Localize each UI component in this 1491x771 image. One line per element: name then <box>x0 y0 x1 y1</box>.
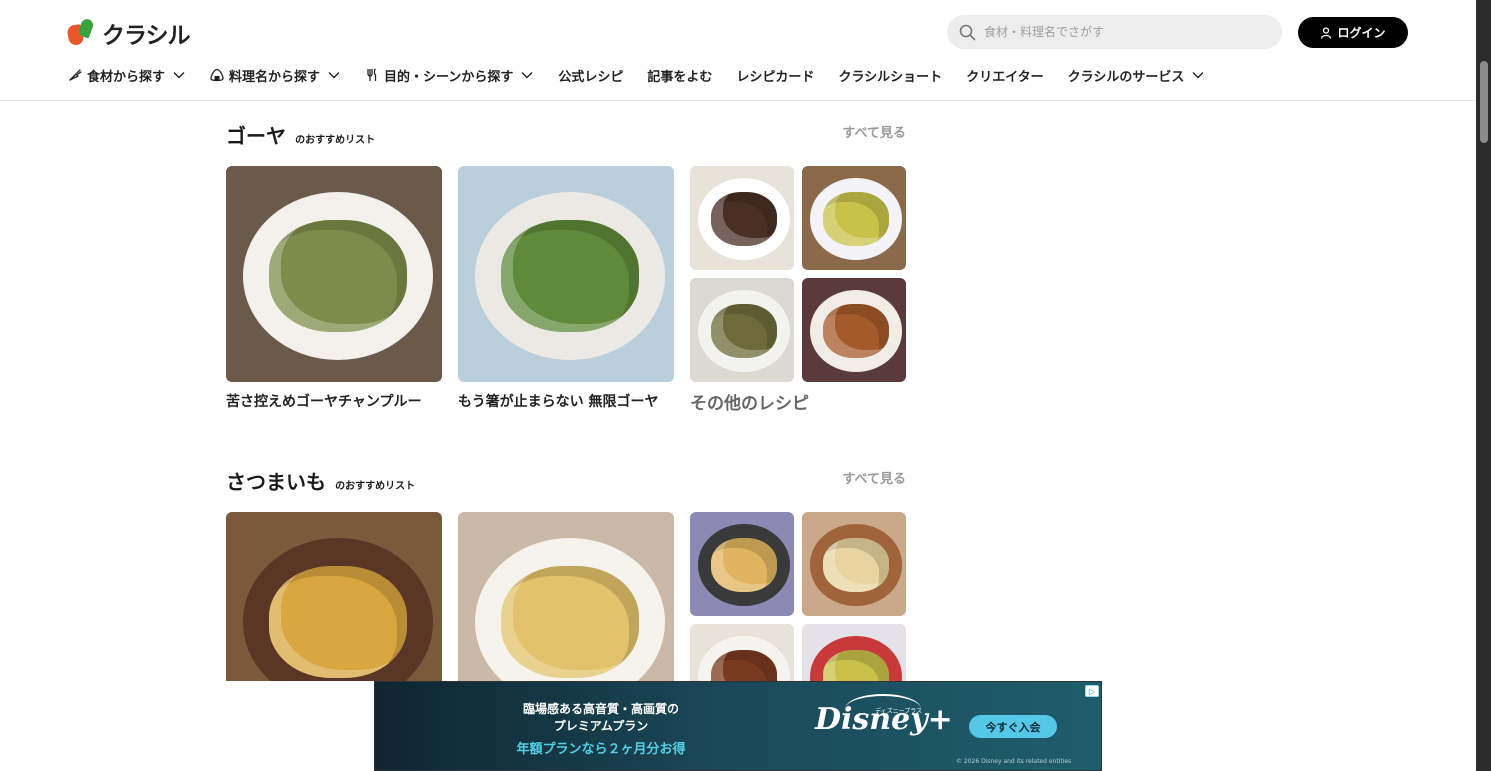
recipe-mini-thumbnail[interactable] <box>690 624 794 681</box>
ad-headline-1: 臨場感ある高音質・高画質の <box>522 702 679 716</box>
nav-item-recipe-cards[interactable]: レシピカード <box>736 66 814 85</box>
nav-item-official-recipes[interactable]: 公式レシピ <box>558 66 623 85</box>
nav-label: クリエイター <box>966 69 1044 85</box>
recipe-thumbnail <box>458 166 674 382</box>
chevron-down-icon <box>1191 68 1205 82</box>
nav-label: 目的・シーンから探す <box>384 69 514 85</box>
scrollbar-thumb[interactable] <box>1480 61 1488 143</box>
recipe-mini-thumbnail[interactable] <box>802 166 906 270</box>
ad-copyright: © 2026 Disney and its related entities <box>956 758 1072 765</box>
card-grid <box>226 512 906 681</box>
recipe-caption: もう箸が止まらない 無限ゴーヤ <box>458 394 659 410</box>
chevron-down-icon <box>520 68 534 82</box>
recipe-caption: 苦さ控えめゴーヤチャンプルー <box>226 394 422 410</box>
card-grid: 苦さ控えめゴーヤチャンプルー もう箸が止まらない 無限ゴーヤ その他のレシピ <box>226 166 906 426</box>
nav-label: 公式レシピ <box>558 69 624 85</box>
other-recipes-link[interactable]: その他のレシピ <box>690 389 809 414</box>
nav-label: レシピカード <box>736 69 815 85</box>
logo-mark-icon <box>66 17 95 47</box>
main-nav: 食材から探す 料理名から探す 目的・シーンから探す 公式レシピ 記事をよむ レシ… <box>68 64 1229 86</box>
recipe-mini-thumbnail[interactable] <box>690 278 794 382</box>
search-input[interactable] <box>984 25 1264 39</box>
search-box[interactable] <box>947 15 1282 49</box>
fork-icon <box>365 68 379 82</box>
nav-item-articles[interactable]: 記事をよむ <box>647 66 712 85</box>
nav-item-kurashiru-short[interactable]: クラシルショート <box>838 66 942 85</box>
onigiri-icon <box>210 68 224 82</box>
nav-item-purpose-scene[interactable]: 目的・シーンから探す <box>365 66 534 85</box>
see-all-link[interactable]: すべて見る <box>842 122 906 141</box>
section-header: さつまいも のおすすめリスト すべて見る <box>226 466 906 494</box>
search-icon <box>959 24 976 40</box>
section-title: ゴーヤ <box>226 124 286 148</box>
see-all-link[interactable]: すべて見る <box>842 468 906 487</box>
recipe-thumbnail <box>226 512 442 681</box>
recipe-mini-thumbnail[interactable] <box>690 512 794 616</box>
nav-label: 記事をよむ <box>647 69 713 85</box>
site-logo[interactable]: クラシル <box>66 16 191 50</box>
nav-label: 食材から探す <box>87 69 166 85</box>
recommend-section-goya: ゴーヤ のおすすめリスト すべて見る 苦さ控えめゴーヤチャンプルー もう箸が止ま… <box>226 120 906 430</box>
nav-label: 料理名から探す <box>229 69 321 85</box>
chevron-down-icon <box>327 68 341 82</box>
recipe-thumbnail <box>458 512 674 681</box>
recipe-card[interactable] <box>458 512 674 681</box>
nav-item-dish-names[interactable]: 料理名から探す <box>210 66 341 85</box>
logo-text: クラシル <box>102 23 191 49</box>
section-subtitle: のおすすめリスト <box>335 481 416 492</box>
ad-banner[interactable]: 臨場感ある高音質・高画質の プレミアムプラン 年額プランなら２ヶ月分お得 ディズ… <box>374 681 1102 771</box>
user-icon <box>1321 26 1332 39</box>
recipe-mini-thumbnail[interactable] <box>802 624 906 681</box>
chevron-down-icon <box>172 68 186 82</box>
recipe-card[interactable]: 苦さ控えめゴーヤチャンプルー <box>226 166 442 411</box>
recommend-section-sweet-potato: さつまいも のおすすめリスト すべて見る <box>226 466 906 681</box>
site-header: クラシル ログイン 食材から探す 料理名から探す 目的・シーンから探す 公式レシ… <box>0 0 1476 101</box>
recipe-card[interactable]: もう箸が止まらない 無限ゴーヤ <box>458 166 674 411</box>
ad-offer: 年額プランなら２ヶ月分お得 <box>516 742 686 757</box>
recipe-card[interactable] <box>226 512 442 681</box>
section-subtitle: のおすすめリスト <box>295 135 376 146</box>
page-scrollbar[interactable] <box>1476 0 1491 771</box>
login-button[interactable]: ログイン <box>1298 17 1408 48</box>
recipe-mini-thumbnail[interactable] <box>690 166 794 270</box>
carrot-icon <box>68 68 82 82</box>
ad-cta-button[interactable]: 今すぐ入会 <box>969 715 1057 738</box>
section-header: ゴーヤ のおすすめリスト すべて見る <box>226 120 906 148</box>
section-title: さつまいも <box>226 470 326 494</box>
ad-brand-logo: Disney+ <box>815 702 953 737</box>
nav-item-services[interactable]: クラシルのサービス <box>1068 66 1206 85</box>
recipe-mini-thumbnail[interactable] <box>802 512 906 616</box>
nav-item-ingredients[interactable]: 食材から探す <box>68 66 186 85</box>
nav-label: クラシルのサービス <box>1067 69 1185 85</box>
adchoices-icon[interactable]: ▷ <box>1085 685 1099 697</box>
recipe-mini-thumbnail[interactable] <box>802 278 906 382</box>
login-label: ログイン <box>1337 26 1386 40</box>
recipe-thumbnail <box>226 166 442 382</box>
nav-item-creators[interactable]: クリエイター <box>966 66 1043 85</box>
nav-label: クラシルショート <box>838 69 943 85</box>
ad-headline-2: プレミアムプラン <box>553 719 649 733</box>
